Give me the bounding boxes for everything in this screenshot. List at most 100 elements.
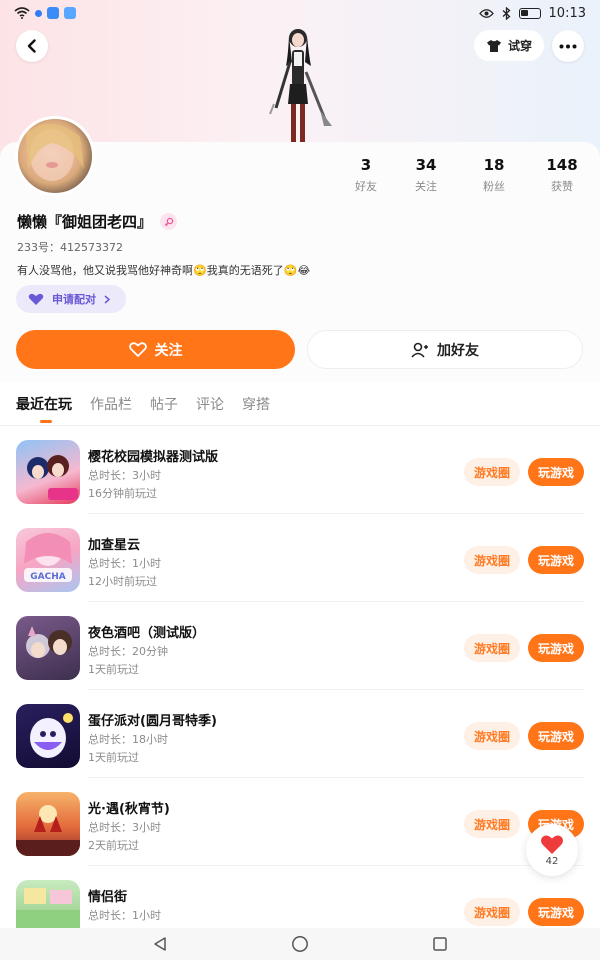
game-icon[interactable] — [16, 704, 80, 768]
game-duration: 总时长：1小时 — [88, 909, 161, 922]
status-time: 10:13 — [548, 5, 586, 21]
avatar-figure-image — [269, 29, 332, 142]
game-circle-button[interactable]: 游戏圈 — [464, 634, 520, 662]
tab-posts[interactable]: 帖子 — [150, 394, 178, 414]
back-button[interactable] — [16, 30, 48, 62]
nav-home-icon[interactable] — [291, 935, 309, 953]
game-last-played: 1天前玩过 — [88, 663, 139, 676]
stat-label: 好友 — [355, 180, 377, 193]
game-last-played: 1天前玩过 — [88, 751, 139, 764]
stat-value: 3 — [360, 156, 372, 174]
game-title: 夜色酒吧（测试版） — [88, 626, 206, 641]
stat-label: 粉丝 — [483, 180, 505, 193]
tab-works[interactable]: 作品栏 — [90, 394, 132, 414]
avatar-photo — [26, 123, 84, 181]
eye-icon — [478, 8, 494, 18]
wifi-icon — [14, 7, 30, 19]
status-left-icons — [14, 7, 76, 19]
play-game-button[interactable]: 玩游戏 — [528, 458, 584, 486]
game-circle-button[interactable]: 游戏圈 — [464, 810, 520, 838]
apply-match-label: 申请配对 — [52, 293, 96, 306]
battery-icon — [518, 7, 541, 19]
apply-match-button[interactable]: 申请配对 — [16, 285, 126, 313]
follow-label: 关注 — [154, 342, 183, 359]
tab-outfits[interactable]: 穿搭 — [242, 394, 270, 414]
game-icon[interactable] — [16, 616, 80, 680]
stat-label: 关注 — [415, 180, 437, 193]
game-title: 蛋仔派对(圆月哥特季) — [88, 714, 217, 729]
more-dots-icon — [559, 44, 577, 48]
stat-value: 18 — [483, 156, 505, 174]
game-last-played: 2天前玩过 — [88, 839, 139, 852]
play-game-button[interactable]: 玩游戏 — [528, 546, 584, 574]
nav-back-icon[interactable] — [152, 936, 168, 952]
like-floating-button[interactable]: 42 — [526, 824, 578, 876]
like-count: 42 — [545, 855, 559, 867]
stat-value: 148 — [546, 156, 578, 174]
game-icon[interactable] — [16, 792, 80, 856]
app-notification-icon-2 — [64, 7, 76, 19]
game-duration: 总时长：18小时 — [88, 733, 168, 746]
stat-label: 获赞 — [551, 180, 573, 193]
heart-icon — [28, 293, 44, 305]
game-title: 樱花校园模拟器测试版 — [88, 450, 219, 465]
avatar[interactable] — [15, 116, 95, 196]
nav-recents-icon[interactable] — [432, 936, 448, 952]
stat-likes[interactable]: 148 获赞 — [532, 156, 592, 194]
stat-value: 34 — [415, 156, 437, 174]
play-game-button[interactable]: 玩游戏 — [528, 722, 584, 750]
system-navigation-bar — [0, 928, 600, 960]
notification-dot-icon — [35, 9, 42, 17]
svg-text:GACHA: GACHA — [30, 572, 65, 582]
game-row[interactable]: 光·遇(秋宵节) 总时长：3小时 2天前玩过 游戏圈 玩游戏 — [0, 778, 600, 866]
bio: 有人没骂他，他又说我骂他好神奇啊🙄我真的无语死了🙄😂 — [17, 264, 311, 277]
heart-icon — [541, 835, 563, 854]
stat-fans[interactable]: 18 粉丝 — [464, 156, 524, 194]
stat-following[interactable]: 34 关注 — [396, 156, 456, 194]
game-title: 加查星云 — [88, 538, 141, 553]
stat-friends[interactable]: 3 好友 — [336, 156, 396, 194]
game-duration: 总时长：3小时 — [88, 469, 161, 482]
game-circle-button[interactable]: 游戏圈 — [464, 546, 520, 574]
more-options-button[interactable] — [552, 30, 584, 62]
game-title: 情侣街 — [88, 890, 128, 905]
play-game-button[interactable]: 玩游戏 — [528, 634, 584, 662]
nickname: 懒懒『御姐团老四』 — [17, 213, 153, 231]
game-duration: 总时长：20分钟 — [88, 645, 168, 658]
game-row[interactable]: GACHA 加查星云 总时长：1小时 12小时前玩过 游戏圈 玩游戏 — [0, 514, 600, 602]
follow-button[interactable]: 关注 — [16, 330, 295, 369]
try-on-button[interactable]: 试穿 — [474, 30, 544, 61]
game-title: 光·遇(秋宵节) — [88, 802, 170, 817]
game-circle-button[interactable]: 游戏圈 — [464, 898, 520, 926]
game-last-played: 12小时前玩过 — [88, 575, 157, 588]
game-duration: 总时长：3小时 — [88, 821, 161, 834]
game-last-played: 16分钟前玩过 — [88, 487, 157, 500]
heart-plus-icon — [128, 341, 147, 357]
game-circle-button[interactable]: 游戏圈 — [464, 458, 520, 486]
game-icon[interactable]: GACHA — [16, 528, 80, 592]
tshirt-icon — [486, 39, 501, 52]
content-area: 最近在玩 作品栏 帖子 评论 穿搭 樱花校园模拟器测试版 总时长：3小时 16分… — [0, 382, 600, 944]
female-gender-icon — [160, 213, 178, 230]
back-arrow-icon — [27, 39, 36, 53]
profile-nickname-row: 懒懒『御姐团老四』 — [17, 211, 178, 232]
game-row[interactable]: 夜色酒吧（测试版） 总时长：20分钟 1天前玩过 游戏圈 玩游戏 — [0, 602, 600, 690]
status-right-icons: 10:13 — [478, 5, 586, 21]
tab-comments[interactable]: 评论 — [196, 394, 224, 414]
user-id: 233号：412573372 — [17, 241, 123, 254]
add-user-icon — [411, 342, 428, 358]
profile-tabs: 最近在玩 作品栏 帖子 评论 穿搭 — [16, 394, 270, 423]
game-row[interactable]: 樱花校园模拟器测试版 总时长：3小时 16分钟前玩过 游戏圈 玩游戏 — [0, 426, 600, 514]
game-row[interactable]: 蛋仔派对(圆月哥特季) 总时长：18小时 1天前玩过 游戏圈 玩游戏 — [0, 690, 600, 778]
play-game-button[interactable]: 玩游戏 — [528, 898, 584, 926]
game-icon[interactable] — [16, 440, 80, 504]
add-friend-button[interactable]: 加好友 — [307, 330, 583, 369]
try-on-label: 试穿 — [507, 39, 532, 53]
bluetooth-icon — [502, 6, 511, 20]
tab-recently-played[interactable]: 最近在玩 — [16, 394, 72, 423]
add-friend-label: 加好友 — [437, 342, 479, 359]
app-notification-icon — [47, 7, 59, 19]
game-circle-button[interactable]: 游戏圈 — [464, 722, 520, 750]
chevron-right-icon — [104, 294, 110, 304]
game-duration: 总时长：1小时 — [88, 557, 161, 570]
